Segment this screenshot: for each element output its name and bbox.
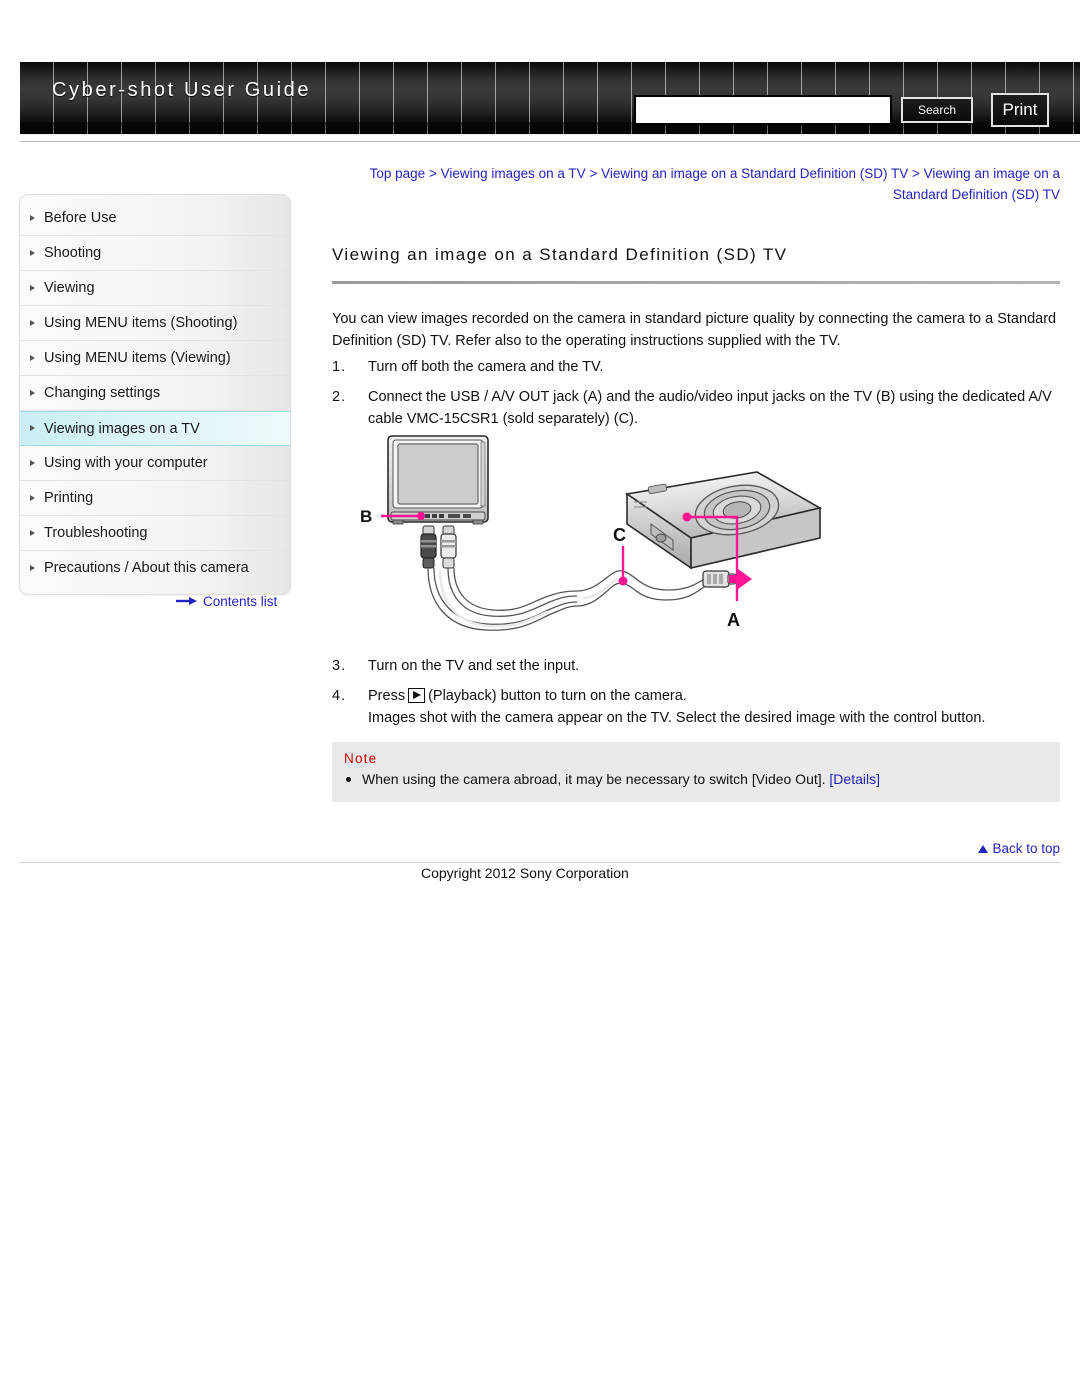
title-divider [332, 281, 1060, 284]
steps-list-after-diagram: 3. Turn on the TV and set the input. 4. … [332, 655, 1060, 737]
chevron-right-icon [30, 249, 35, 256]
chevron-right-icon [30, 529, 35, 536]
step-1: 1. Turn off both the camera and the TV. [332, 356, 1060, 378]
connection-diagram-svg: B C A [360, 435, 823, 631]
breadcrumb-item-0[interactable]: Top page [370, 166, 426, 181]
chevron-right-icon [30, 389, 35, 396]
arrow-right-icon [176, 594, 198, 609]
sidebar-item-using-menu-items-shooting[interactable]: Using MENU items (Shooting) [20, 306, 290, 341]
step-number: 1. [332, 359, 347, 375]
header-rule [20, 141, 1080, 142]
chevron-right-icon [30, 459, 35, 466]
step-text-before-icon: Press [368, 688, 406, 704]
chevron-right-icon [30, 565, 35, 571]
steps-list-before-diagram: 1. Turn off both the camera and the TV. … [332, 356, 1060, 438]
chevron-right-icon [30, 284, 35, 291]
step-text: Turn on the TV and set the input. [368, 658, 580, 674]
sidebar-item-label: Shooting [44, 245, 102, 261]
sidebar-item-label: Troubleshooting [44, 525, 148, 541]
contents-list-label: Contents list [203, 594, 278, 609]
step-text: Turn off both the camera and the TV. [368, 359, 604, 375]
note-box: Note When using the camera abroad, it ma… [332, 742, 1060, 802]
callout-c: C [613, 525, 628, 586]
step-number: 3. [332, 658, 347, 674]
sidebar-item-troubleshooting[interactable]: Troubleshooting [20, 516, 290, 551]
sidebar-item-using-menu-items-viewing[interactable]: Using MENU items (Viewing) [20, 341, 290, 376]
print-button[interactable]: Print [991, 93, 1049, 127]
step-2: 2. Connect the USB / A/V OUT jack (A) an… [332, 386, 1060, 430]
connection-diagram: B C A [355, 428, 825, 650]
sidebar-item-shooting[interactable]: Shooting [20, 236, 290, 271]
sidebar-item-viewing-images-on-a-tv[interactable]: Viewing images on a TV [20, 411, 290, 446]
note-item: When using the camera abroad, it may be … [344, 769, 1048, 790]
svg-text:B: B [360, 507, 372, 526]
brand-title: Cyber-shot User Guide [52, 79, 312, 101]
breadcrumb: Top page > Viewing images on a TV > View… [330, 163, 1060, 205]
breadcrumb-separator-1: > [585, 166, 602, 181]
sidebar-item-changing-settings[interactable]: Changing settings [20, 376, 290, 411]
sidebar-item-label: Using MENU items (Shooting) [44, 315, 238, 331]
sidebar-item-label: Precautions / About this camera [44, 560, 249, 576]
step-4-subtext: Images shot with the camera appear on th… [368, 710, 986, 726]
triangle-up-icon [978, 845, 989, 853]
note-heading: Note [344, 751, 378, 766]
note-text: When using the camera abroad, it may be … [362, 771, 826, 787]
step-number: 4. [332, 688, 347, 704]
sidebar-item-using-with-your-computer[interactable]: Using with your computer [20, 446, 290, 481]
camera-illustration [624, 471, 823, 570]
sidebar-item-precautions-about-this-camera[interactable]: Precautions / About this camera [20, 551, 290, 586]
sidebar-item-label: Viewing [44, 280, 95, 296]
breadcrumb-item-1[interactable]: Viewing images on a TV [441, 166, 586, 181]
chevron-right-icon [30, 425, 35, 431]
sidebar-item-printing[interactable]: Printing [20, 481, 290, 516]
breadcrumb-separator-2: > [908, 166, 924, 181]
sidebar-item-label: Changing settings [44, 385, 161, 401]
step-number: 2. [332, 389, 347, 405]
back-to-top-link[interactable]: Back to top [978, 841, 1060, 856]
rca-plugs [420, 525, 457, 569]
step-3: 3. Turn on the TV and set the input. [332, 655, 1060, 677]
chevron-right-icon [30, 319, 35, 326]
sidebar-item-label: Using MENU items (Viewing) [44, 350, 231, 366]
sidebar-item-before-use[interactable]: Before Use [20, 201, 290, 236]
step-4: 4. Press (Playback) button to turn on the… [332, 685, 1060, 729]
insert-arrow-icon [729, 569, 752, 589]
copyright-text: Copyright 2012 Sony Corporation [421, 865, 629, 881]
contents-list-link[interactable]: Contents list [176, 594, 277, 610]
sidebar-item-viewing[interactable]: Viewing [20, 271, 290, 306]
page-title: Viewing an image on a Standard Definitio… [332, 245, 788, 264]
intro-paragraph: You can view images recorded on the came… [332, 311, 1057, 349]
sidebar-nav: Before Use Shooting Viewing Using MENU i… [19, 194, 291, 595]
sidebar-item-label: Using with your computer [44, 455, 208, 471]
footer-divider [20, 862, 1060, 863]
chevron-right-icon [30, 354, 35, 361]
chevron-right-icon [30, 494, 35, 501]
step-text: Connect the USB / A/V OUT jack (A) and t… [368, 389, 1052, 427]
tv-illustration [387, 435, 489, 525]
svg-text:A: A [727, 610, 740, 630]
chevron-right-icon [30, 214, 35, 221]
bullet-icon [346, 777, 351, 782]
breadcrumb-item-2[interactable]: Viewing an image on a Standard Definitio… [601, 166, 908, 181]
search-input[interactable] [634, 95, 892, 125]
back-to-top-label: Back to top [992, 841, 1060, 856]
search-button[interactable]: Search [901, 97, 973, 123]
details-link[interactable]: [Details] [829, 771, 880, 787]
breadcrumb-separator-0: > [425, 166, 441, 181]
sidebar-item-label: Before Use [44, 210, 117, 226]
sidebar-item-label: Printing [44, 490, 94, 506]
playback-icon [408, 688, 426, 703]
svg-text:C: C [613, 525, 626, 545]
step-text-after-icon: (Playback) button to turn on the camera. [428, 688, 687, 704]
sidebar-item-label: Viewing images on a TV [44, 421, 200, 437]
